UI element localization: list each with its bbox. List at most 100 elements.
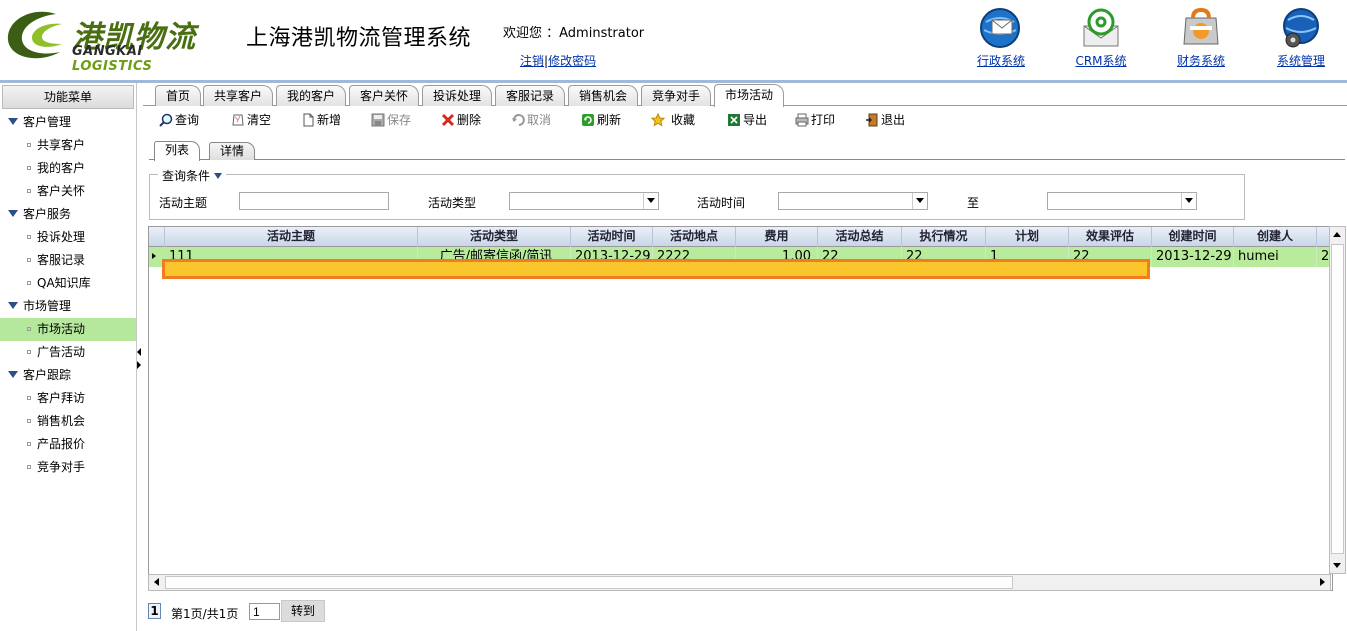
subject-input[interactable] xyxy=(239,192,389,210)
tab-home[interactable]: 首页 xyxy=(155,85,202,106)
bullet-icon xyxy=(27,419,31,423)
delete-x-icon xyxy=(441,113,455,127)
cell-created-time[interactable]: 2013-12-29 xyxy=(1152,247,1234,267)
column-header-summary[interactable]: 活动总结 xyxy=(818,227,902,247)
bullet-icon xyxy=(27,166,31,170)
menu-group-customer-service[interactable]: 客户服务 xyxy=(0,203,136,226)
change-password-link[interactable]: 修改密码 xyxy=(548,54,596,68)
finance-system-link[interactable]: 财务系统 xyxy=(1166,52,1236,69)
export-button[interactable]: 导出 xyxy=(727,111,767,129)
column-header-evaluation[interactable]: 效果评估 xyxy=(1069,227,1152,247)
exit-button[interactable]: 退出 xyxy=(865,111,905,129)
grid-horizontal-scrollbar[interactable] xyxy=(148,574,1331,591)
column-header-subject[interactable]: 活动主题 xyxy=(165,227,418,247)
column-header-creator[interactable]: 创建人 xyxy=(1234,227,1317,247)
function-menu-title: 功能菜单 xyxy=(2,85,134,109)
collapse-triangle-icon xyxy=(214,173,223,179)
menu-item-shared-customers[interactable]: 共享客户 xyxy=(0,134,136,157)
menu-item-label: 投诉处理 xyxy=(37,230,86,244)
menu-item-customer-care[interactable]: 客户关怀 xyxy=(0,180,136,203)
dropdown-arrow-icon[interactable] xyxy=(1181,193,1196,209)
column-header-time[interactable]: 活动时间 xyxy=(571,227,653,247)
tab-sales-opportunities[interactable]: 销售机会 xyxy=(568,85,639,106)
column-header-cost[interactable]: 费用 xyxy=(736,227,818,247)
dropdown-arrow-icon[interactable] xyxy=(643,193,658,209)
menu-item-product-quotes[interactable]: 产品报价 xyxy=(0,433,136,456)
expand-triangle-icon xyxy=(8,210,18,217)
cancel-button[interactable]: 取消 xyxy=(511,111,551,129)
column-header-type[interactable]: 活动类型 xyxy=(418,227,571,247)
column-header-created-time[interactable]: 创建时间 xyxy=(1152,227,1234,247)
query-conditions-legend[interactable]: 查询条件 xyxy=(158,167,227,184)
column-header-plan[interactable]: 计划 xyxy=(986,227,1069,247)
time-from-picker[interactable] xyxy=(778,192,928,210)
bullet-icon xyxy=(27,396,31,400)
menu-item-label: QA知识库 xyxy=(37,276,91,290)
scroll-right-icon[interactable] xyxy=(1314,575,1330,590)
expand-right-icon[interactable] xyxy=(137,361,141,369)
tab-detail[interactable]: 详情 xyxy=(209,142,256,160)
toolbar: 查询 清空 新增 保存 删除 取消 刷新 收藏 导出 打印 退出 xyxy=(143,108,1347,132)
save-label: 保存 xyxy=(387,113,412,127)
menu-item-complaints[interactable]: 投诉处理 xyxy=(0,226,136,249)
tab-my-customers[interactable]: 我的客户 xyxy=(276,85,347,106)
dropdown-arrow-icon[interactable] xyxy=(912,193,927,209)
delete-button[interactable]: 删除 xyxy=(441,111,481,129)
scroll-up-icon[interactable] xyxy=(1330,227,1345,243)
menu-item-market-activities[interactable]: 市场活动 xyxy=(0,318,136,341)
tab-market-activities[interactable]: 市场活动 xyxy=(714,84,785,107)
menu-item-label: 客服记录 xyxy=(37,253,86,267)
tab-shared-customers[interactable]: 共享客户 xyxy=(203,85,274,106)
logout-link[interactable]: 注销 xyxy=(520,54,544,68)
current-page-number[interactable]: 1 xyxy=(148,603,161,619)
tab-customer-care[interactable]: 客户关怀 xyxy=(349,85,420,106)
menu-item-sales-opportunities[interactable]: 销售机会 xyxy=(0,410,136,433)
type-select[interactable] xyxy=(509,192,659,210)
refresh-button[interactable]: 刷新 xyxy=(581,111,621,129)
menu-group-customer-management[interactable]: 客户管理 xyxy=(0,111,136,134)
menu-item-my-customers[interactable]: 我的客户 xyxy=(0,157,136,180)
scroll-thumb[interactable] xyxy=(165,576,1013,589)
print-label: 打印 xyxy=(811,113,836,127)
goto-page-input[interactable] xyxy=(249,603,280,620)
scroll-thumb[interactable] xyxy=(1331,244,1344,554)
admin-system-link[interactable]: 行政系统 xyxy=(966,52,1036,69)
favorite-button[interactable]: 收藏 xyxy=(651,111,695,129)
column-header-execution[interactable]: 执行情况 xyxy=(902,227,986,247)
finance-system-button[interactable]: 财务系统 xyxy=(1166,6,1236,69)
crm-system-link[interactable]: CRM系统 xyxy=(1066,52,1136,69)
column-header-location[interactable]: 活动地点 xyxy=(653,227,736,247)
tab-list[interactable]: 列表 xyxy=(154,141,201,161)
scroll-left-icon[interactable] xyxy=(149,575,165,590)
goto-page-button[interactable]: 转到 xyxy=(281,600,325,622)
menu-group-market-management[interactable]: 市场管理 xyxy=(0,295,136,318)
admin-system-button[interactable]: 行政系统 xyxy=(966,6,1036,69)
collapse-left-icon[interactable] xyxy=(137,348,141,356)
query-button[interactable]: 查询 xyxy=(159,111,199,129)
menu-item-service-records[interactable]: 客服记录 xyxy=(0,249,136,272)
print-button[interactable]: 打印 xyxy=(795,111,835,129)
system-admin-link[interactable]: 系统管理 xyxy=(1266,52,1336,69)
app-header: 港凯物流 GANGKAI LOGISTICS 上海港凯物流管理系统 欢迎您 ：A… xyxy=(0,0,1347,78)
clear-button[interactable]: 清空 xyxy=(231,111,271,129)
bullet-icon xyxy=(27,281,31,285)
refresh-label: 刷新 xyxy=(597,113,622,127)
tab-competitors[interactable]: 竞争对手 xyxy=(641,85,712,106)
cell-creator[interactable]: humei xyxy=(1234,247,1317,267)
row-header-cell xyxy=(149,227,165,247)
grid-vertical-scrollbar[interactable] xyxy=(1329,226,1346,574)
tab-service-records[interactable]: 客服记录 xyxy=(495,85,566,106)
menu-item-competitors[interactable]: 竞争对手 xyxy=(0,456,136,479)
time-to-picker[interactable] xyxy=(1047,192,1197,210)
menu-item-ad-campaigns[interactable]: 广告活动 xyxy=(0,341,136,364)
menu-group-customer-tracking[interactable]: 客户跟踪 xyxy=(0,364,136,387)
menu-item-customer-visits[interactable]: 客户拜访 xyxy=(0,387,136,410)
menu-item-qa-knowledge[interactable]: QA知识库 xyxy=(0,272,136,295)
system-admin-button[interactable]: 系统管理 xyxy=(1266,6,1336,69)
save-button[interactable]: 保存 xyxy=(371,111,411,129)
crm-system-button[interactable]: CRM系统 xyxy=(1066,6,1136,69)
add-button[interactable]: 新增 xyxy=(301,111,341,129)
finance-bag-icon xyxy=(1183,7,1219,45)
tab-complaints[interactable]: 投诉处理 xyxy=(422,85,493,106)
scroll-down-icon[interactable] xyxy=(1330,557,1345,573)
